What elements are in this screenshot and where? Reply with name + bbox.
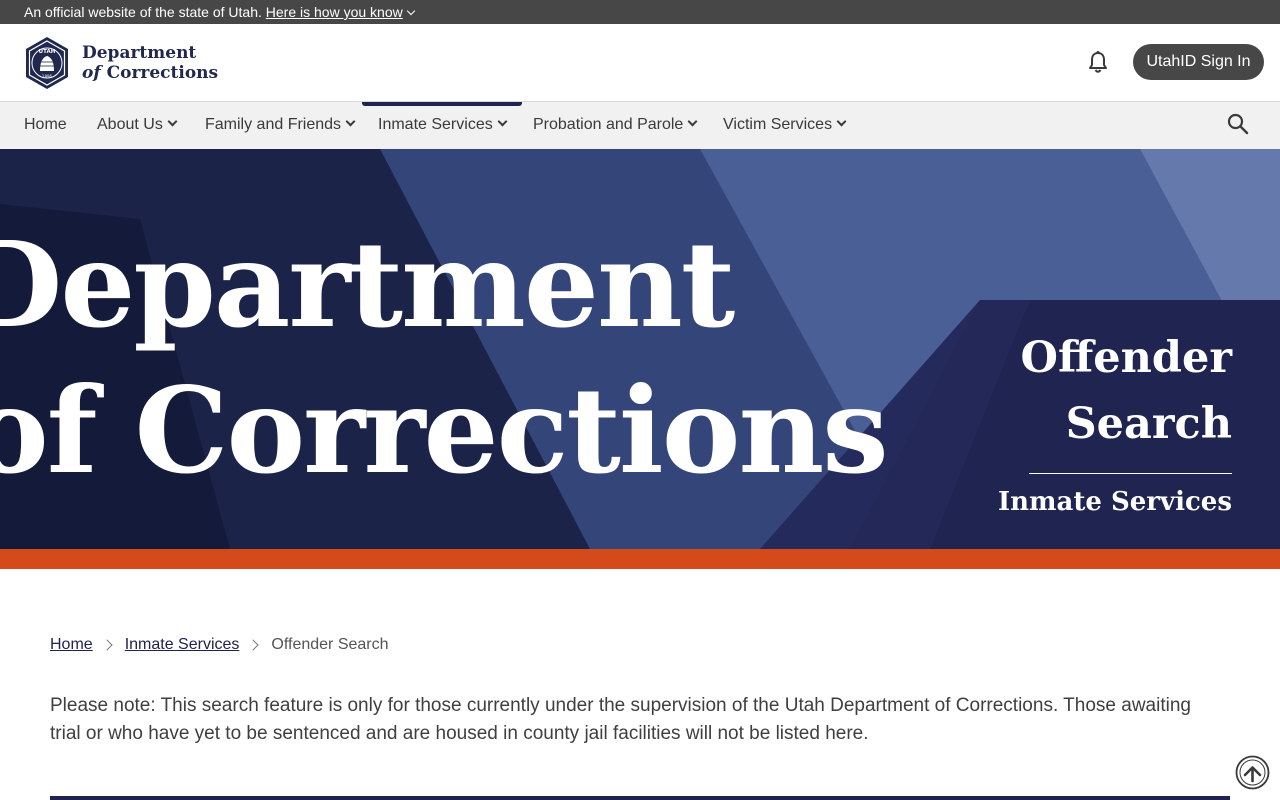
chevron-right-icon — [247, 639, 260, 651]
nav-item-inmate-services[interactable]: Inmate Services — [362, 102, 522, 149]
agency-logo[interactable]: UTAH 1896 Department of Corrections — [24, 36, 218, 90]
nav-item-about-us[interactable]: About Us — [97, 102, 178, 149]
chevron-down-icon — [687, 116, 698, 127]
agency-name-line2: of Corrections — [82, 63, 219, 83]
breadcrumb: Home Inmate Services Offender Search — [50, 636, 389, 654]
utah-seal-icon: UTAH 1896 — [26, 37, 68, 89]
nav-item-family-and-friends[interactable]: Family and Friends — [205, 102, 356, 149]
page-title: Offender Search — [1020, 333, 1232, 449]
chevron-down-icon — [406, 6, 415, 16]
breadcrumb-inmate-services-link[interactable]: Inmate Services — [125, 636, 240, 654]
chevron-down-icon — [345, 116, 356, 127]
chevron-down-icon — [497, 116, 508, 127]
hero-banner: Department of Corrections Offender Searc… — [0, 149, 1280, 549]
official-site-text: An official website of the state of Utah… — [24, 4, 262, 20]
nav-item-victim-services[interactable]: Victim Services — [723, 102, 847, 149]
bell-icon[interactable] — [1087, 50, 1109, 74]
main-navigation: Home About Us Family and Friends Inmate … — [0, 102, 1280, 149]
agency-name: Department of Corrections — [82, 43, 218, 83]
nav-item-home[interactable]: Home — [24, 102, 67, 149]
utahid-sign-in-button[interactable]: UtahID Sign In — [1133, 44, 1264, 80]
chevron-down-icon — [836, 116, 847, 127]
official-site-banner: An official website of the state of Utah… — [0, 0, 1280, 24]
page-section-label: Inmate Services — [997, 487, 1232, 517]
chevron-right-icon — [101, 639, 113, 651]
agency-name-line1: Department — [82, 43, 197, 63]
hero-background-word: Department — [0, 215, 735, 354]
arrow-up-circle-icon[interactable] — [1235, 755, 1270, 790]
search-icon[interactable] — [1227, 113, 1249, 135]
hero-background-word: of Corrections — [0, 361, 889, 500]
search-notice: Please note: This search feature is only… — [50, 695, 1191, 744]
svg-text:UTAH: UTAH — [39, 49, 56, 55]
svg-text:1896: 1896 — [42, 74, 53, 79]
hero-divider — [1029, 473, 1232, 474]
content-divider — [50, 796, 1230, 800]
site-header: UTAH 1896 Department of Corrections Utah… — [0, 24, 1280, 102]
breadcrumb-current: Offender Search — [271, 636, 389, 653]
how-you-know-link[interactable]: Here is how you know — [266, 4, 403, 20]
chevron-down-icon — [167, 116, 178, 127]
nav-item-probation-and-parole[interactable]: Probation and Parole — [533, 102, 698, 149]
accent-bar — [0, 549, 1280, 569]
breadcrumb-home-link[interactable]: Home — [50, 636, 93, 654]
